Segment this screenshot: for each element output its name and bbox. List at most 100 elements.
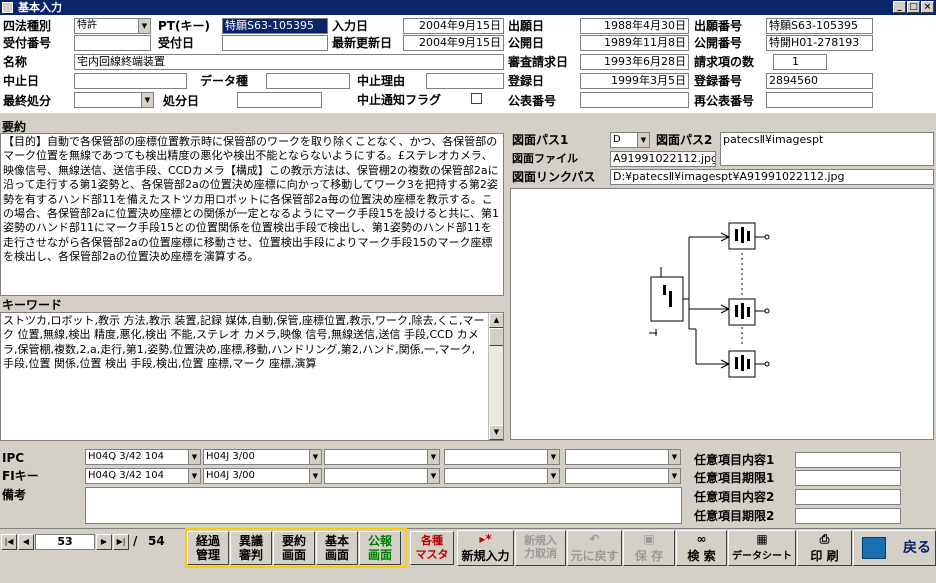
torokubi-field[interactable]: 1999年3月5日	[580, 73, 689, 89]
fi-select-4[interactable]: ▼	[444, 468, 560, 484]
keyword-text: ストツカ,ロボット,教示 方法,教示 装置,記録 媒体,自動,保管,座標位置,教…	[3, 314, 485, 371]
toroku-bango-field[interactable]: 2894560	[766, 73, 873, 89]
ipc-select-2[interactable]: H04J 3/00 ▼	[203, 449, 322, 465]
ipc-select-1[interactable]: H04Q 3/42 104 ▼	[85, 449, 201, 465]
chevron-down-icon[interactable]: ▼	[309, 450, 321, 464]
shobunbi-field[interactable]	[237, 92, 322, 108]
kokaibi-field[interactable]: 1989年11月8日	[580, 35, 689, 51]
shinki-button[interactable]: ▸* 新規入力	[457, 530, 514, 566]
fi-select-2[interactable]: H04J 3/00 ▼	[203, 468, 322, 484]
datashu-field[interactable]	[266, 73, 350, 89]
close-button[interactable]: ×	[921, 1, 934, 13]
ipc-select-4[interactable]: ▼	[444, 449, 560, 465]
ipc-select-3[interactable]: ▼	[324, 449, 440, 465]
scroll-thumb[interactable]	[489, 328, 503, 346]
back-button[interactable]: 戻る	[853, 530, 936, 566]
prev-record-icon[interactable]: ◀	[18, 534, 34, 550]
uketsuke-bango-field[interactable]	[74, 35, 151, 51]
chevron-down-icon[interactable]: ▼	[427, 469, 439, 483]
chevron-down-icon[interactable]: ▼	[309, 469, 321, 483]
kohyo-bango-field[interactable]	[580, 92, 689, 108]
chevron-down-icon[interactable]: ▼	[188, 469, 200, 483]
optional-field-3[interactable]	[795, 489, 901, 505]
label-meisho: 名称	[3, 55, 28, 69]
chevron-down-icon[interactable]: ▼	[547, 450, 559, 464]
label-pt-key: PT(キー)	[158, 19, 210, 33]
nyuryokubi-field[interactable]: 2004年9月15日	[403, 18, 504, 34]
drawing-file-field[interactable]: A91991022112.jpg	[610, 151, 716, 167]
label-kohyo-bango: 公表番号	[508, 94, 557, 108]
fi-select-3[interactable]: ▼	[324, 468, 440, 484]
last-record-icon[interactable]: ▶|	[113, 534, 129, 550]
label-biko: 備考	[2, 488, 27, 502]
chevron-down-icon[interactable]: ▼	[141, 93, 153, 107]
chevron-down-icon[interactable]: ▼	[138, 19, 150, 33]
datasheet-icon: ▦	[756, 532, 768, 546]
binoculars-icon: ∞	[696, 532, 707, 546]
label-fi: FIキー	[2, 469, 39, 483]
chushi-tsuchi-checkbox[interactable]	[471, 93, 482, 104]
chevron-down-icon[interactable]: ▼	[427, 450, 439, 464]
fi-select-1[interactable]: H04Q 3/42 104 ▼	[85, 468, 201, 484]
biko-textarea[interactable]	[85, 487, 682, 524]
chushi-riyu-field[interactable]	[426, 73, 504, 89]
drawing-link-field[interactable]: D:¥patecsⅡ¥imagespt¥A91991022112.jpg	[610, 169, 934, 185]
drawing-image	[510, 188, 934, 440]
cancel-new-button[interactable]: 新規入 力取消	[515, 530, 566, 566]
saikohyo-bango-field[interactable]	[766, 92, 873, 108]
fi-select-5[interactable]: ▼	[565, 468, 681, 484]
label-kokai-bango: 公開番号	[694, 36, 743, 50]
chevron-down-icon[interactable]: ▼	[668, 469, 680, 483]
ipc-select-5[interactable]: ▼	[565, 449, 681, 465]
label-ipc: IPC	[2, 451, 25, 465]
masta-button[interactable]: 各種 マスタ	[410, 531, 454, 565]
shutsuganbi-field[interactable]: 1988年4月30日	[580, 18, 689, 34]
maximize-button[interactable]: □	[907, 1, 920, 13]
search-button[interactable]: ∞ 検 索	[676, 530, 727, 566]
datasheet-button[interactable]: ▦ データシート	[728, 530, 796, 566]
keyword-textarea[interactable]: ストツカ,ロボット,教示 方法,教示 装置,記録 媒体,自動,保管,座標位置,教…	[0, 312, 504, 441]
print-button[interactable]: ⎙ 印 刷	[797, 530, 852, 566]
chevron-down-icon[interactable]: ▼	[637, 133, 649, 147]
record-total: 54	[148, 534, 165, 548]
igi-button[interactable]: 異議 審判	[230, 531, 272, 565]
meisho-field[interactable]: 宅内回線終端装置	[74, 54, 504, 70]
shiho-shubetsu-select[interactable]: 特許 ▼	[74, 18, 151, 34]
exit-door-icon	[862, 537, 886, 559]
shutsugan-bango-field[interactable]: 特願S63-105395	[766, 18, 873, 34]
chushibi-field[interactable]	[74, 73, 187, 89]
minimize-button[interactable]: _	[893, 1, 906, 13]
undo-button[interactable]: ↶ 元に戻す	[567, 530, 622, 566]
uketsukebi-field[interactable]	[222, 35, 328, 51]
yoyaku-button[interactable]: 要約 画面	[273, 531, 315, 565]
label-uketsukebi: 受付日	[158, 36, 195, 50]
scroll-up-icon[interactable]: ▲	[489, 313, 503, 328]
optional-field-2[interactable]	[795, 470, 901, 486]
drawing-path1-select[interactable]: D ▼	[610, 132, 650, 148]
first-record-icon[interactable]: |◀	[1, 534, 17, 550]
drawing-path2-field[interactable]: patecsⅡ¥imagespt	[720, 132, 934, 166]
scroll-down-icon[interactable]: ▼	[489, 425, 503, 440]
record-number-field[interactable]: 53	[35, 534, 95, 550]
optional-field-1[interactable]	[795, 452, 901, 468]
kokai-bango-field[interactable]: 特開H01-278193	[766, 35, 873, 51]
label-optional-2: 任意項目期限1	[694, 471, 775, 485]
saishin-koshinbi-field[interactable]: 2004年9月15日	[403, 35, 504, 51]
chevron-down-icon[interactable]: ▼	[188, 450, 200, 464]
shinsa-seikyubi-field[interactable]: 1993年6月28日	[580, 54, 689, 70]
next-record-icon[interactable]: ▶	[96, 534, 112, 550]
optional-field-4[interactable]	[795, 508, 901, 524]
save-button[interactable]: ▣ 保 存	[623, 530, 675, 566]
keika-button[interactable]: 経過 管理	[187, 531, 229, 565]
kihon-button[interactable]: 基本 画面	[316, 531, 358, 565]
koho-button[interactable]: 公報 画面	[359, 531, 401, 565]
chevron-down-icon[interactable]: ▼	[547, 469, 559, 483]
saishu-shobun-select[interactable]: ▼	[74, 92, 154, 108]
summary-textarea[interactable]: 【目的】自動で各保管部の座標位置教示時に保管部のワークを取り除くことなく、かつ、…	[0, 133, 504, 296]
keyword-scrollbar[interactable]: ▲ ▼	[488, 313, 503, 440]
label-optional-4: 任意項目期限2	[694, 509, 775, 523]
title-bar: 基本入力 _ □ ×	[0, 0, 936, 15]
pt-key-field[interactable]: 特願S63-105395	[222, 18, 328, 34]
chevron-down-icon[interactable]: ▼	[668, 450, 680, 464]
seikyu-komoku-field[interactable]: 1	[773, 54, 827, 70]
